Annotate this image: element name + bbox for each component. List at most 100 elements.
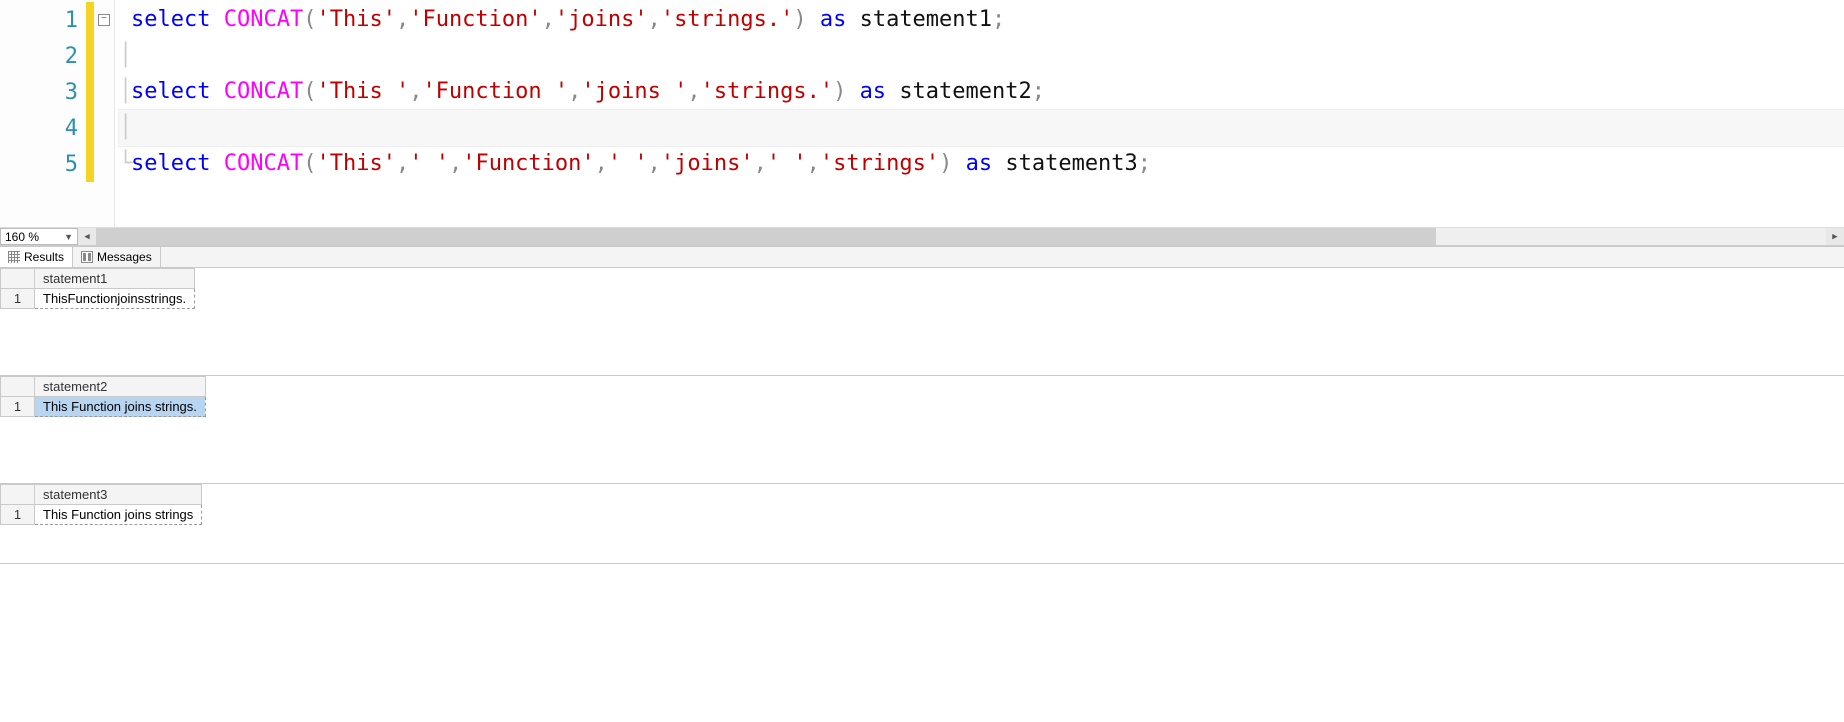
token-paren: ,	[687, 74, 700, 110]
table-row[interactable]: 1This Function joins strings.	[1, 397, 206, 417]
token-paren: )	[939, 146, 952, 182]
token-paren: ,	[396, 2, 409, 38]
gutter-row: 2	[0, 38, 114, 74]
token-str: 'strings.'	[701, 74, 833, 110]
token-fn: CONCAT	[224, 146, 303, 182]
row-header[interactable]: 1	[1, 505, 35, 525]
messages-icon	[81, 251, 93, 263]
row-header[interactable]: 1	[1, 397, 35, 417]
line-number: 3	[44, 80, 78, 105]
grid-corner[interactable]	[1, 485, 35, 505]
token-paren: ,	[807, 146, 820, 182]
tab-messages[interactable]: Messages	[73, 247, 161, 267]
token-paren: ,	[409, 74, 422, 110]
token-kw: as	[820, 2, 847, 38]
code-line[interactable]: │	[119, 110, 1844, 146]
line-number: 4	[44, 116, 78, 141]
token-plain	[807, 2, 820, 38]
column-header[interactable]: statement1	[35, 269, 195, 289]
gutter-row: 5	[0, 146, 114, 182]
token-str: 'strings'	[820, 146, 939, 182]
token-plain	[210, 74, 223, 110]
token-str: 'joins'	[555, 2, 648, 38]
token-paren: ;	[992, 2, 1005, 38]
editor-bottom-bar: 160 % ▼ ◀ ▶	[0, 227, 1844, 245]
result-grid[interactable]: statement31This Function joins strings	[0, 484, 202, 525]
gutter-row: 4	[0, 110, 114, 146]
tab-results[interactable]: Results	[0, 247, 73, 267]
token-str: 'strings.'	[661, 2, 793, 38]
token-kw: select	[131, 74, 210, 110]
code-pane[interactable]: 1−2345 select CONCAT('This','Function','…	[0, 0, 1844, 227]
code-line[interactable]: └select CONCAT('This',' ','Function',' '…	[119, 146, 1844, 182]
code-line[interactable]: │	[119, 38, 1844, 74]
token-kw: as	[860, 74, 887, 110]
token-paren: )	[833, 74, 846, 110]
grid-corner[interactable]	[1, 377, 35, 397]
zoom-dropdown[interactable]: 160 % ▼	[0, 228, 78, 245]
token-str: 'Function '	[422, 74, 568, 110]
column-header[interactable]: statement2	[35, 377, 206, 397]
grid-icon	[8, 251, 20, 263]
token-str: 'This '	[316, 74, 409, 110]
tab-results-label: Results	[24, 250, 64, 264]
result-block: statement31This Function joins strings	[0, 484, 1844, 564]
token-paren: (	[303, 74, 316, 110]
token-ident: statement1	[860, 2, 992, 38]
token-str: 'This'	[316, 2, 395, 38]
token-fn: CONCAT	[224, 74, 303, 110]
cell[interactable]: This Function joins strings	[35, 505, 202, 525]
token-plain	[846, 2, 859, 38]
line-number: 5	[44, 152, 78, 177]
table-row[interactable]: 1This Function joins strings	[1, 505, 202, 525]
token-paren: )	[793, 2, 806, 38]
scroll-left-button[interactable]: ◀	[78, 228, 96, 245]
token-paren: (	[303, 2, 316, 38]
table-row[interactable]: 1ThisFunctionjoinsstrings.	[1, 289, 195, 309]
scroll-right-button[interactable]: ▶	[1826, 228, 1844, 245]
token-str: ' '	[767, 146, 807, 182]
token-paren: ,	[595, 146, 608, 182]
line-number: 1	[44, 8, 78, 33]
cell[interactable]: This Function joins strings.	[35, 397, 206, 417]
code-line[interactable]: │select CONCAT('This ','Function ','join…	[119, 74, 1844, 110]
token-fn: CONCAT	[224, 2, 303, 38]
gutter-row: 1−	[0, 2, 114, 38]
code-lines[interactable]: select CONCAT('This','Function','joins',…	[115, 0, 1844, 227]
token-plain	[992, 146, 1005, 182]
indent-guide: │	[119, 74, 131, 110]
indent-guide: └	[119, 146, 131, 182]
change-bar	[86, 38, 94, 74]
token-plain	[210, 2, 223, 38]
grid-corner[interactable]	[1, 269, 35, 289]
gutter: 1−2345	[0, 0, 115, 227]
token-str: 'Function'	[462, 146, 594, 182]
results-area: statement11ThisFunctionjoinsstrings.stat…	[0, 268, 1844, 722]
token-str: 'Function'	[409, 2, 541, 38]
chevron-down-icon: ▼	[64, 232, 73, 242]
column-header[interactable]: statement3	[35, 485, 202, 505]
token-str: ' '	[608, 146, 648, 182]
fold-collapse-icon[interactable]: −	[98, 14, 110, 26]
gutter-row: 3	[0, 74, 114, 110]
hscroll-track[interactable]	[1436, 228, 1826, 245]
token-plain	[210, 146, 223, 182]
token-kw: select	[131, 2, 210, 38]
result-grid[interactable]: statement21This Function joins strings.	[0, 376, 206, 417]
token-paren: ,	[542, 2, 555, 38]
code-line[interactable]: select CONCAT('This','Function','joins',…	[119, 2, 1844, 38]
result-grid[interactable]: statement11ThisFunctionjoinsstrings.	[0, 268, 195, 309]
line-number: 2	[44, 44, 78, 69]
result-block: statement21This Function joins strings.	[0, 376, 1844, 484]
row-header[interactable]: 1	[1, 289, 35, 309]
sql-editor: 1−2345 select CONCAT('This','Function','…	[0, 0, 1844, 246]
token-kw: as	[966, 146, 993, 182]
token-paren: ,	[568, 74, 581, 110]
token-plain	[886, 74, 899, 110]
hscroll-thumb[interactable]	[96, 228, 1436, 245]
token-paren: (	[303, 146, 316, 182]
token-paren: ,	[648, 146, 661, 182]
tab-messages-label: Messages	[97, 250, 152, 264]
cell[interactable]: ThisFunctionjoinsstrings.	[35, 289, 195, 309]
change-bar	[86, 2, 94, 38]
